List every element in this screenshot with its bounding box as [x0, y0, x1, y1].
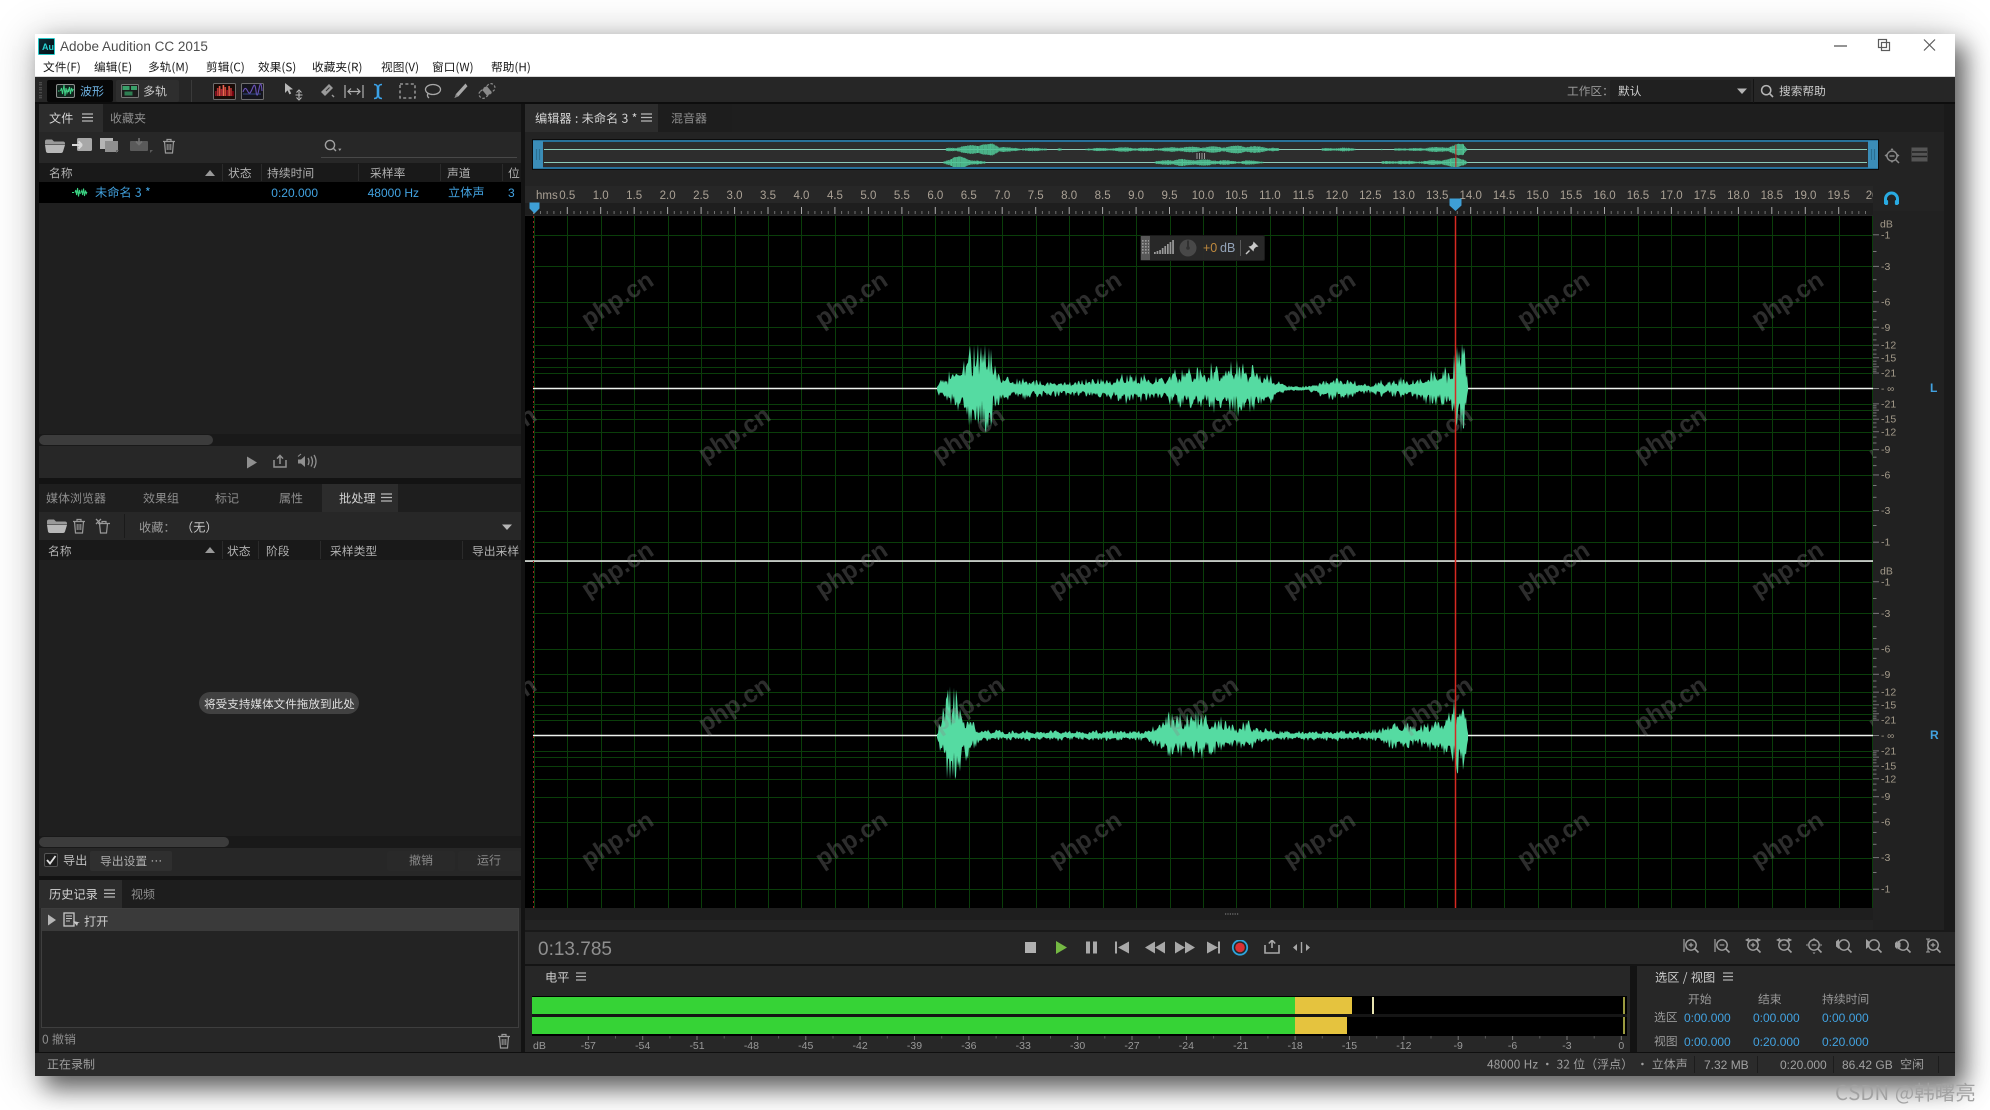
svg-text:-1: -1 [1881, 537, 1890, 549]
svg-text:-21: -21 [1881, 745, 1896, 757]
svg-text:-15: -15 [1881, 699, 1896, 711]
svg-text:-12: -12 [1881, 773, 1896, 785]
svg-text:- ∞: - ∞ [1881, 384, 1894, 395]
svg-text:-1: -1 [1881, 576, 1890, 588]
svg-text:-1: -1 [1881, 884, 1890, 896]
svg-text:-6: -6 [1881, 297, 1890, 309]
svg-text:-21: -21 [1881, 368, 1896, 380]
svg-text:-12: -12 [1881, 340, 1896, 352]
svg-text:-9: -9 [1881, 791, 1890, 803]
svg-text:-6: -6 [1881, 644, 1890, 656]
svg-text:-21: -21 [1881, 398, 1896, 410]
svg-text:-3: -3 [1881, 852, 1890, 864]
svg-text:-21: -21 [1881, 715, 1896, 727]
svg-text:-3: -3 [1881, 261, 1890, 273]
svg-text:-1: -1 [1881, 229, 1890, 241]
svg-text:-9: -9 [1881, 322, 1890, 334]
svg-text:-15: -15 [1881, 761, 1896, 773]
svg-text:-3: -3 [1881, 505, 1890, 517]
svg-text:-12: -12 [1881, 426, 1896, 438]
svg-text:-15: -15 [1881, 414, 1896, 426]
svg-text:-3: -3 [1881, 608, 1890, 620]
svg-text:-6: -6 [1881, 817, 1890, 829]
svg-text:-9: -9 [1881, 669, 1890, 681]
svg-text:-9: -9 [1881, 444, 1890, 456]
svg-text:-6: -6 [1881, 470, 1890, 482]
svg-text:- ∞: - ∞ [1881, 731, 1894, 742]
svg-text:-15: -15 [1881, 352, 1896, 364]
svg-text:-12: -12 [1881, 687, 1896, 699]
